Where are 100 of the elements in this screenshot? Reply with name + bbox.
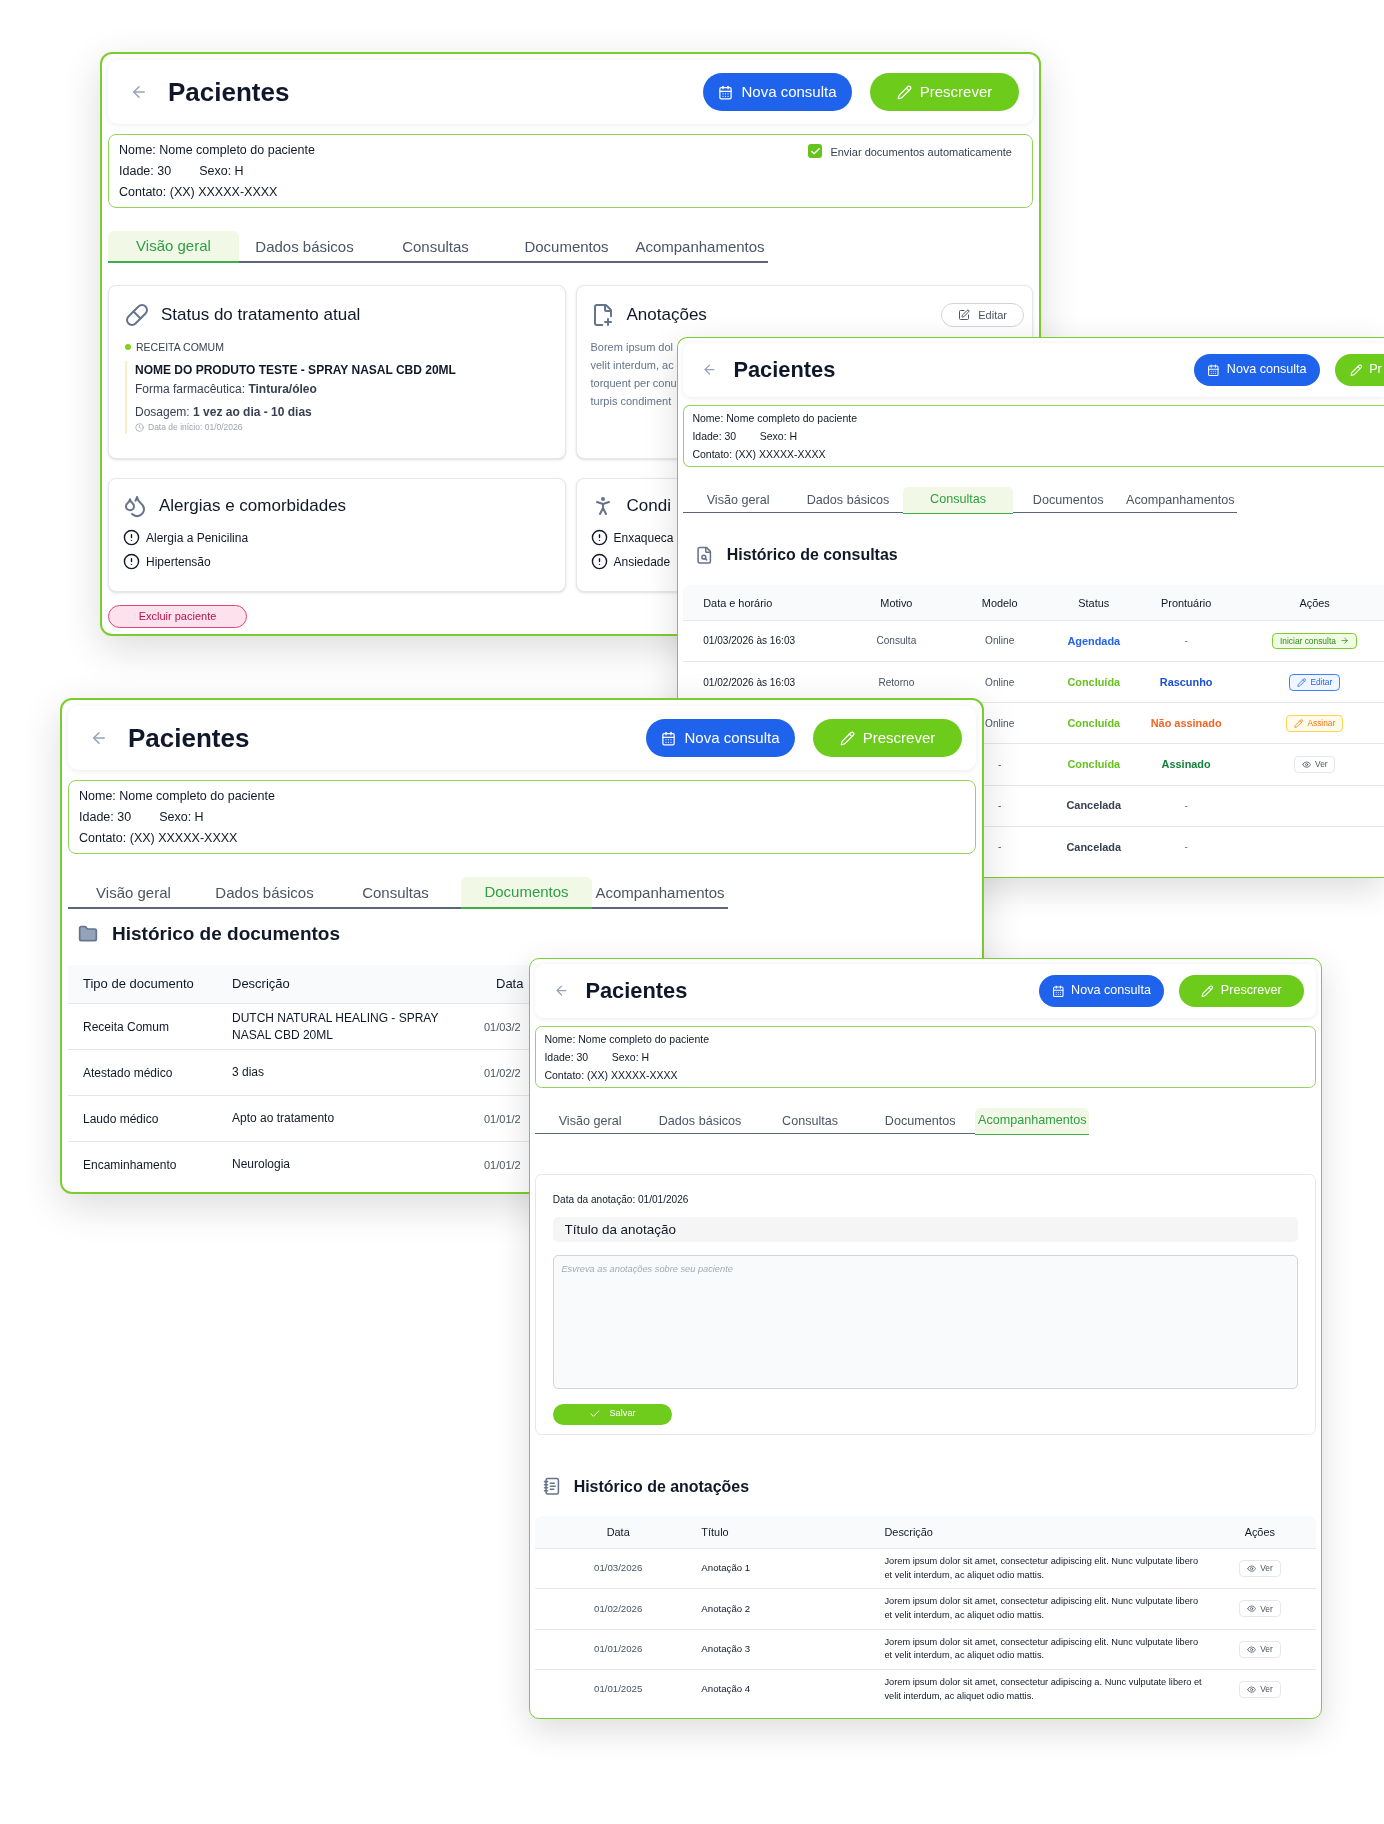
table-cell: Online [985, 676, 1015, 688]
new-consultation-button[interactable]: Nova consulta [703, 73, 852, 111]
start-date: Data de início: 01/0/2026 [148, 421, 243, 434]
patient-contact: Contato: (XX) XXXXX-XXXX [79, 830, 239, 847]
record-status: - [1184, 841, 1188, 853]
droplets-icon [123, 493, 147, 518]
table-cell: Consulta [876, 635, 917, 647]
column-header: Data [606, 1525, 630, 1538]
new-consultation-button[interactable]: Nova consulta [1038, 974, 1164, 1007]
new-consultation-button[interactable]: Nova consulta [646, 719, 795, 757]
view-button[interactable]: Ver [1239, 1560, 1281, 1577]
table-cell-text: 3 dias [232, 1064, 266, 1081]
column-header: Data [496, 976, 524, 992]
file-search-icon [694, 545, 714, 565]
tab[interactable]: Consultas [755, 1107, 866, 1135]
status-text: Agendada [1067, 634, 1121, 647]
eye-icon [1301, 759, 1311, 770]
table-cell-text: Neurologia [232, 1156, 292, 1173]
delete-patient-button[interactable]: Excluir paciente [108, 605, 247, 628]
tab[interactable]: Dados básicos [239, 231, 370, 263]
table-cell: - [998, 800, 1002, 812]
column-header: Descrição [884, 1525, 933, 1538]
column-header: Status [1078, 596, 1110, 609]
patient-contact: Contato: (XX) XXXXX-XXXX [544, 1067, 679, 1083]
tab[interactable]: Documentos [1013, 486, 1124, 514]
tab[interactable]: Dados básicos [645, 1107, 756, 1135]
patient-sex: Sexo: H [611, 1050, 650, 1065]
patient-age: Idade: 30 [119, 163, 172, 180]
tab[interactable]: Acompanhamentos [1123, 486, 1238, 514]
record-status: Rascunho [1159, 675, 1213, 688]
card-title: Alergias e comorbidades [159, 495, 347, 517]
clock-icon [135, 423, 144, 433]
tab[interactable]: Visão geral [683, 486, 794, 514]
new-consultation-button[interactable]: Nova consulta [1194, 353, 1320, 386]
table-cell: 01/01/2 [484, 1158, 521, 1171]
table-cell: - [998, 841, 1002, 853]
checkbox-label: Enviar documentos automaticamente [830, 145, 1012, 160]
note-text: velit interdum, ac [590, 357, 674, 373]
calendar-icon [718, 84, 734, 100]
checkbox[interactable] [808, 144, 823, 158]
table-cell: Online [985, 717, 1015, 729]
table-cell: Retorno [878, 676, 915, 688]
tab[interactable]: Consultas [330, 877, 461, 909]
patient-age: Idade: 30 [79, 809, 132, 826]
table-cell: 01/03/2 [484, 1020, 521, 1033]
status-text: Concluída [1067, 758, 1121, 771]
pencil-icon [1293, 718, 1304, 728]
calendar-icon [1051, 984, 1065, 998]
patient-name: Nome: Nome completo do paciente [79, 788, 275, 805]
tab[interactable]: Acompanhamentos [632, 231, 768, 263]
tab[interactable]: Consultas [370, 231, 501, 263]
tab[interactable]: Documentos [501, 231, 632, 263]
view-button[interactable]: Ver [1239, 1600, 1281, 1618]
table-cell: 01/02/2026 [594, 1602, 643, 1614]
tab[interactable]: Visão geral [68, 877, 199, 909]
section-title: Histórico de anotações [573, 1476, 749, 1497]
table-cell-text: DUTCH NATURAL HEALING - SPRAY NASAL CBD 20ML [232, 1009, 440, 1044]
tab[interactable]: Dados básicos [199, 877, 330, 909]
status-text: Cancelada [1066, 799, 1122, 812]
column-header: Tipo de documento [83, 976, 194, 992]
view-button[interactable]: Ver [1239, 1640, 1281, 1658]
tab[interactable]: Acompanhamentos [592, 877, 728, 909]
notebook-icon [543, 1477, 562, 1496]
table-cell-text: Jorem ipsum dolor sit amet, consectetur adipiscing elit. Nunc vulputate libero et velit interdum, ac aliquet odio mattis. [884, 1555, 1200, 1582]
patient-sex: Sexo: H [199, 163, 244, 180]
alert-icon [123, 553, 140, 570]
calendar-icon [661, 730, 677, 746]
table-cell: 01/03/2026 [594, 1562, 643, 1574]
tab[interactable]: Visão geral [535, 1107, 646, 1135]
prescription-type: RECEITA COMUM [136, 339, 224, 355]
page-title: Pacientes [585, 976, 688, 1005]
section-title: Histórico de consultas [726, 545, 898, 566]
pencil-icon [1201, 984, 1215, 998]
action-button[interactable]: Iniciar consulta [1272, 632, 1357, 650]
notes-field[interactable]: Esvreva as anotações sobre seu paciente [552, 1254, 1299, 1390]
column-header: Modelo [981, 596, 1018, 609]
status-text: Concluída [1067, 717, 1121, 730]
patient-contact: Contato: (XX) XXXXX-XXXX [119, 184, 279, 201]
table-cell-text: Apto ao tratamento [232, 1110, 336, 1127]
note-text: Borem ipsum dol [590, 339, 674, 355]
tab[interactable]: Documentos [865, 1107, 976, 1135]
tab[interactable]: Dados básicos [793, 486, 904, 514]
dosage: Dosagem: 1 vez ao dia - 10 dias [135, 404, 313, 422]
list-item: Enxaqueca [613, 529, 674, 547]
column-header: Descrição [232, 976, 290, 992]
eye-icon [1246, 1563, 1256, 1574]
title-field[interactable]: Título da anotação [552, 1217, 1299, 1242]
action-button[interactable]: Ver [1293, 756, 1336, 773]
note-date: Data da anotação: 01/01/2026 [552, 1192, 690, 1207]
record-status: Assinado [1161, 758, 1211, 771]
patient-age: Idade: 30 [544, 1050, 589, 1065]
table-cell-text: Jorem ipsum dolor sit amet, consectetur adipiscing elit. Nunc vulputate libero et velit interdum, ac aliquet odio mattis. [884, 1595, 1200, 1622]
pencil-icon [839, 730, 855, 746]
table-cell: Encaminhamento [83, 1157, 177, 1172]
action-button[interactable]: Editar [1289, 673, 1341, 691]
alert-icon [123, 529, 140, 546]
view-button[interactable]: Ver [1239, 1681, 1281, 1698]
record-status: - [1184, 800, 1188, 812]
alert-icon [590, 529, 608, 546]
list-item: Hipertensão [146, 553, 211, 571]
